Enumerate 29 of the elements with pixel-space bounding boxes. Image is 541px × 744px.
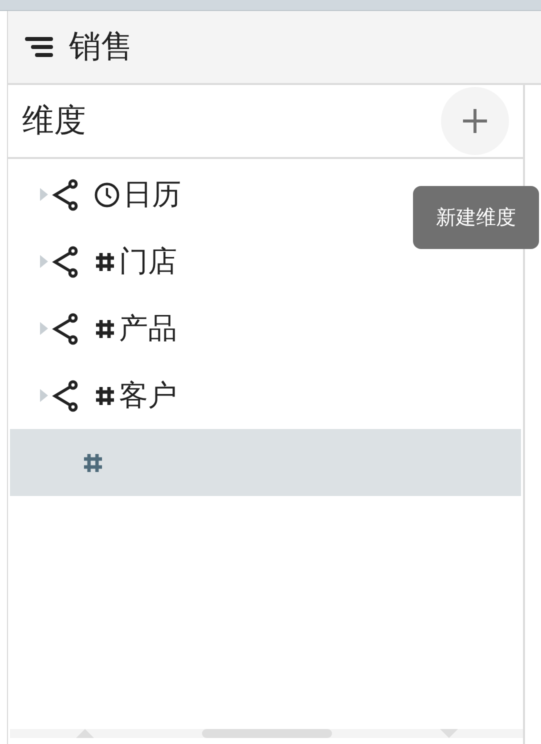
hash-icon xyxy=(82,452,104,474)
caret-icon[interactable] xyxy=(40,322,48,335)
caret-icon[interactable] xyxy=(40,188,48,201)
scrollbar-thumb[interactable] xyxy=(202,729,332,738)
horizontal-scrollbar[interactable] xyxy=(10,729,523,738)
tree-item[interactable] xyxy=(10,429,521,496)
dimension-label: 门店 xyxy=(119,244,177,280)
tree-item[interactable]: 产品 xyxy=(10,295,521,362)
plus-icon xyxy=(460,106,490,136)
hierarchy-icon xyxy=(51,312,79,344)
caret-icon[interactable] xyxy=(40,255,48,268)
scroll-up-icon[interactable] xyxy=(76,729,94,738)
hash-icon xyxy=(94,250,116,272)
tooltip: 新建维度 xyxy=(413,186,539,249)
clock-icon xyxy=(94,182,120,208)
hash-icon xyxy=(94,318,116,340)
dimension-label: 日历 xyxy=(123,178,181,212)
tree-item[interactable]: 客户 xyxy=(10,362,521,429)
hierarchy-icon xyxy=(51,178,79,210)
scroll-down-icon[interactable] xyxy=(440,729,458,738)
caret-icon[interactable] xyxy=(40,389,48,402)
hierarchy-icon xyxy=(51,380,79,412)
hierarchy-icon xyxy=(51,246,79,278)
page-title: 销售 xyxy=(69,27,133,66)
dimension-label: 产品 xyxy=(119,312,177,346)
menu-icon[interactable] xyxy=(25,36,55,58)
hash-icon xyxy=(94,384,116,406)
dimension-label: 客户 xyxy=(119,378,177,414)
panel-title: 维度 xyxy=(22,101,86,140)
